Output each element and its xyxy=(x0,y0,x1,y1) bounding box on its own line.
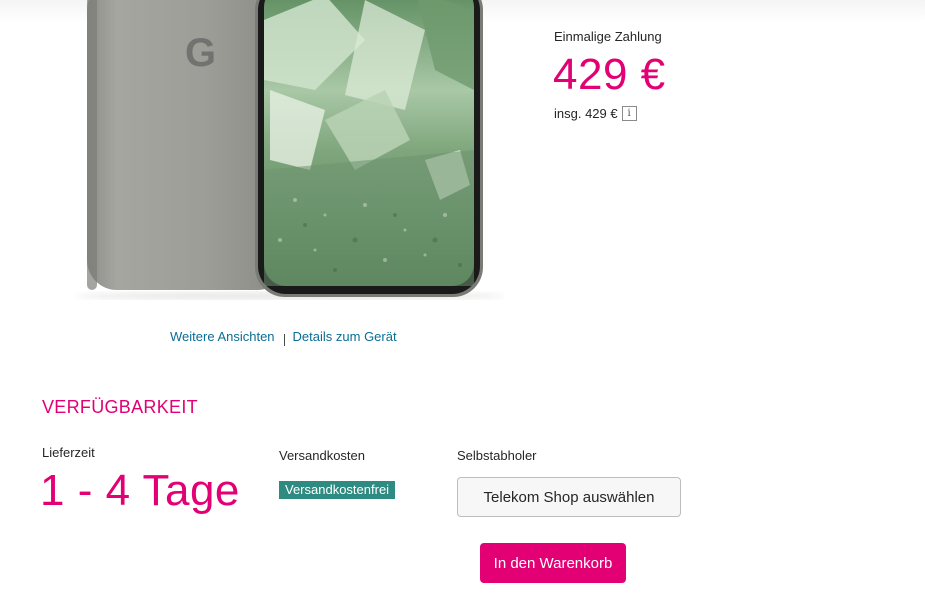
svg-text:G: G xyxy=(185,31,216,75)
link-separator xyxy=(283,333,285,346)
shipping-cost-label: Versandkosten xyxy=(279,448,366,463)
product-links: Weitere Ansichten Details zum Gerät xyxy=(170,329,397,346)
delivery-time-value: 1 - 4 Tage xyxy=(40,466,240,515)
select-shop-button[interactable]: Telekom Shop auswählen xyxy=(457,477,681,517)
device-details-link[interactable]: Details zum Gerät xyxy=(293,329,397,344)
payment-type-label: Einmalige Zahlung xyxy=(554,29,662,44)
info-icon[interactable]: i xyxy=(621,106,637,121)
price: 429 € xyxy=(553,50,666,99)
more-views-link[interactable]: Weitere Ansichten xyxy=(170,329,275,344)
product-image: G xyxy=(75,0,505,300)
availability-title: VERFÜGBARKEIT xyxy=(42,397,198,417)
google-logo-icon: G xyxy=(185,31,216,75)
total-price-label: insg. 429 € xyxy=(554,106,618,121)
add-to-cart-button[interactable]: In den Warenkorb xyxy=(480,543,626,583)
pickup-label: Selbstabholer xyxy=(457,448,537,463)
total-price: insg. 429 € i xyxy=(554,106,637,121)
free-shipping-badge: Versandkostenfrei xyxy=(279,481,396,499)
delivery-time-label: Lieferzeit xyxy=(42,445,95,460)
